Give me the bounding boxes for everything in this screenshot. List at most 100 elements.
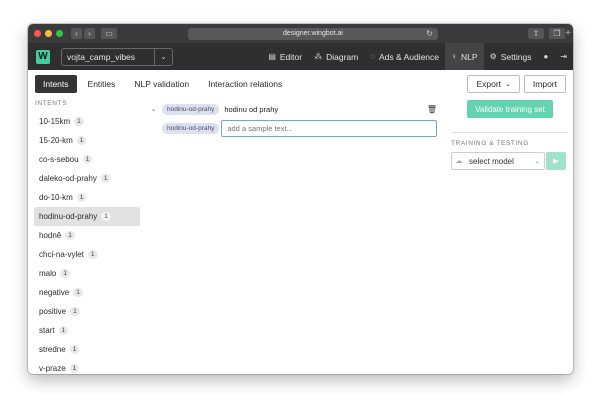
chevron-left-icon: ‹	[75, 29, 78, 38]
export-button[interactable]: Export ⌄	[467, 75, 520, 93]
back-button[interactable]: ‹	[71, 28, 82, 39]
intent-label: daleko-od-prahy	[39, 174, 97, 183]
intent-item[interactable]: 15-20-km 1	[34, 131, 140, 150]
intent-item[interactable]: start 1	[34, 321, 140, 340]
logout-icon: ⇥	[560, 52, 567, 61]
intent-label: negative	[39, 288, 70, 297]
chevron-down-icon: ⌄	[534, 158, 540, 165]
nav-settings-label: Settings	[500, 51, 532, 62]
validate-training-set-button[interactable]: Validate training set	[467, 100, 553, 118]
user-menu-button[interactable]: ●	[537, 43, 554, 70]
intent-count-badge: 1	[70, 307, 80, 316]
sample-intent-tag[interactable]: hodinu-od-prahy	[162, 103, 220, 115]
nav-ads-audience[interactable]: ◌ Ads & Audience	[364, 43, 445, 70]
intent-count-badge: 1	[73, 288, 83, 297]
intent-count-badge: 1	[87, 250, 98, 259]
new-tab-button[interactable]: +	[563, 24, 573, 43]
bulb-icon: ♀	[451, 52, 458, 61]
cloud-icon: ☁	[455, 158, 463, 165]
main-menu: ▤ Editor ⁂ Diagram ◌ Ads & Audience ♀ NL…	[262, 43, 573, 70]
intent-label: hodně	[39, 231, 62, 240]
intent-count-badge: 1	[69, 364, 80, 373]
intent-item[interactable]: daleko-od-prahy 1	[34, 169, 140, 188]
new-sample-intent-tag[interactable]: hodinu-od-prahy	[162, 123, 220, 134]
close-window-button[interactable]	[34, 30, 41, 37]
tabs-icon: ❐	[553, 29, 561, 38]
intent-label: stredne	[39, 345, 66, 354]
sidebar-icon: ▭	[105, 29, 113, 38]
trash-icon[interactable]: 🗑	[427, 105, 437, 114]
intent-list: 10-15km 1 15-20-km 1 co-s-sebou 1 daleko-od-pr…	[34, 112, 140, 374]
training-testing-heading: TRAINING & TESTING	[451, 140, 529, 147]
address-bar[interactable]: designer.wingbot.ai ↻	[188, 27, 438, 40]
nav-nlp-label: NLP	[461, 51, 478, 62]
nav-editor[interactable]: ▤ Editor	[262, 43, 308, 70]
chevron-down-icon: ⌄	[505, 81, 511, 88]
chevron-right-icon: ›	[88, 29, 91, 38]
tab-interaction-relations[interactable]: Interaction relations	[200, 75, 290, 93]
logout-button[interactable]: ⇥	[554, 43, 573, 70]
intent-count-badge: 1	[65, 231, 75, 240]
tab-nlp-validation[interactable]: NLP validation	[126, 75, 197, 93]
intent-count-badge: 1	[76, 193, 87, 202]
share-icon: ⇧	[532, 29, 540, 38]
intent-count-badge: 1	[82, 155, 93, 164]
sample-row: ⌄ hodinu-od-prahy hodinu od prahy 🗑	[149, 102, 439, 116]
sample-text[interactable]: hodinu od prahy	[224, 105, 427, 114]
samples-panel: ⌄ hodinu-od-prahy hodinu od prahy 🗑 hodi…	[149, 98, 439, 137]
intent-item[interactable]: hodně 1	[34, 226, 140, 245]
sidebar-toggle-button[interactable]: ▭	[101, 28, 117, 39]
tab-entities[interactable]: Entities	[80, 75, 124, 93]
intent-label: hodinu-od-prahy	[39, 212, 98, 221]
intent-item[interactable]: 10-15km 1	[34, 112, 140, 131]
browser-actions: ⇧ ❐	[528, 28, 565, 39]
intent-label: positive	[39, 307, 67, 316]
intent-item[interactable]: stredne 1	[34, 340, 140, 359]
zoom-window-button[interactable]	[56, 30, 63, 37]
url-text: designer.wingbot.ai	[283, 30, 343, 37]
intent-count-badge: 1	[58, 326, 69, 335]
run-test-button[interactable]: ▶	[546, 152, 566, 170]
intent-item[interactable]: chci-na-vylet 1	[34, 245, 140, 264]
intent-item[interactable]: co-s-sebou 1	[34, 150, 140, 169]
intent-label: chci-na-vylet	[39, 250, 84, 259]
intent-count-badge: 1	[69, 345, 80, 354]
share-button[interactable]: ⇧	[528, 28, 544, 39]
minimize-window-button[interactable]	[45, 30, 52, 37]
wingbot-logo[interactable]: W	[36, 49, 50, 64]
tab-intents[interactable]: Intents	[35, 75, 77, 93]
chevron-down-icon[interactable]: ⌄	[149, 105, 158, 113]
intent-label: v-praze	[39, 364, 66, 373]
training-panel: Validate training set TRAINING & TESTING…	[451, 100, 568, 170]
nav-diagram-label: Diagram	[326, 51, 359, 62]
nav-ads-audience-label: Ads & Audience	[379, 51, 440, 62]
app-navbar: W vojta_camp_vibes ⌄ ▤ Editor ⁂ Diagram …	[28, 43, 573, 70]
intent-item[interactable]: malo 1	[34, 264, 140, 283]
browser-toolbar: ‹ › ▭ designer.wingbot.ai ↻ ⇧ ❐ +	[28, 24, 573, 43]
editor-icon: ▤	[268, 52, 276, 61]
nav-diagram[interactable]: ⁂ Diagram	[308, 43, 364, 70]
reload-icon[interactable]: ↻	[426, 29, 433, 38]
nav-editor-label: Editor	[279, 51, 303, 62]
sample-text-input[interactable]	[221, 120, 438, 137]
intent-count-badge: 1	[100, 174, 111, 183]
history-buttons: ‹ ›	[71, 28, 95, 39]
import-button[interactable]: Import	[523, 75, 566, 93]
model-select[interactable]: ☁ select model ⌄	[451, 152, 545, 170]
intent-item[interactable]: negative 1	[34, 283, 140, 302]
export-label: Export	[476, 79, 502, 89]
intent-item[interactable]: positive 1	[34, 302, 140, 321]
tab-actions: Export ⌄ Import	[467, 75, 566, 93]
nav-settings[interactable]: ⚙ Settings	[484, 43, 538, 70]
forward-button[interactable]: ›	[84, 28, 95, 39]
chevron-down-icon: ⌄	[154, 48, 172, 65]
project-selector[interactable]: vojta_camp_vibes ⌄	[61, 47, 173, 66]
model-select-label: select model	[469, 156, 514, 166]
model-row: ☁ select model ⌄ ▶	[451, 152, 568, 170]
intent-item[interactable]: v-praze 1	[34, 359, 140, 374]
intent-item[interactable]: hodinu-od-prahy 1	[34, 207, 140, 226]
intent-item[interactable]: do-10-km 1	[34, 188, 140, 207]
new-sample-row: hodinu-od-prahy	[149, 120, 439, 137]
nav-nlp[interactable]: ♀ NLP	[445, 43, 484, 70]
intent-label: 10-15km	[39, 117, 71, 126]
